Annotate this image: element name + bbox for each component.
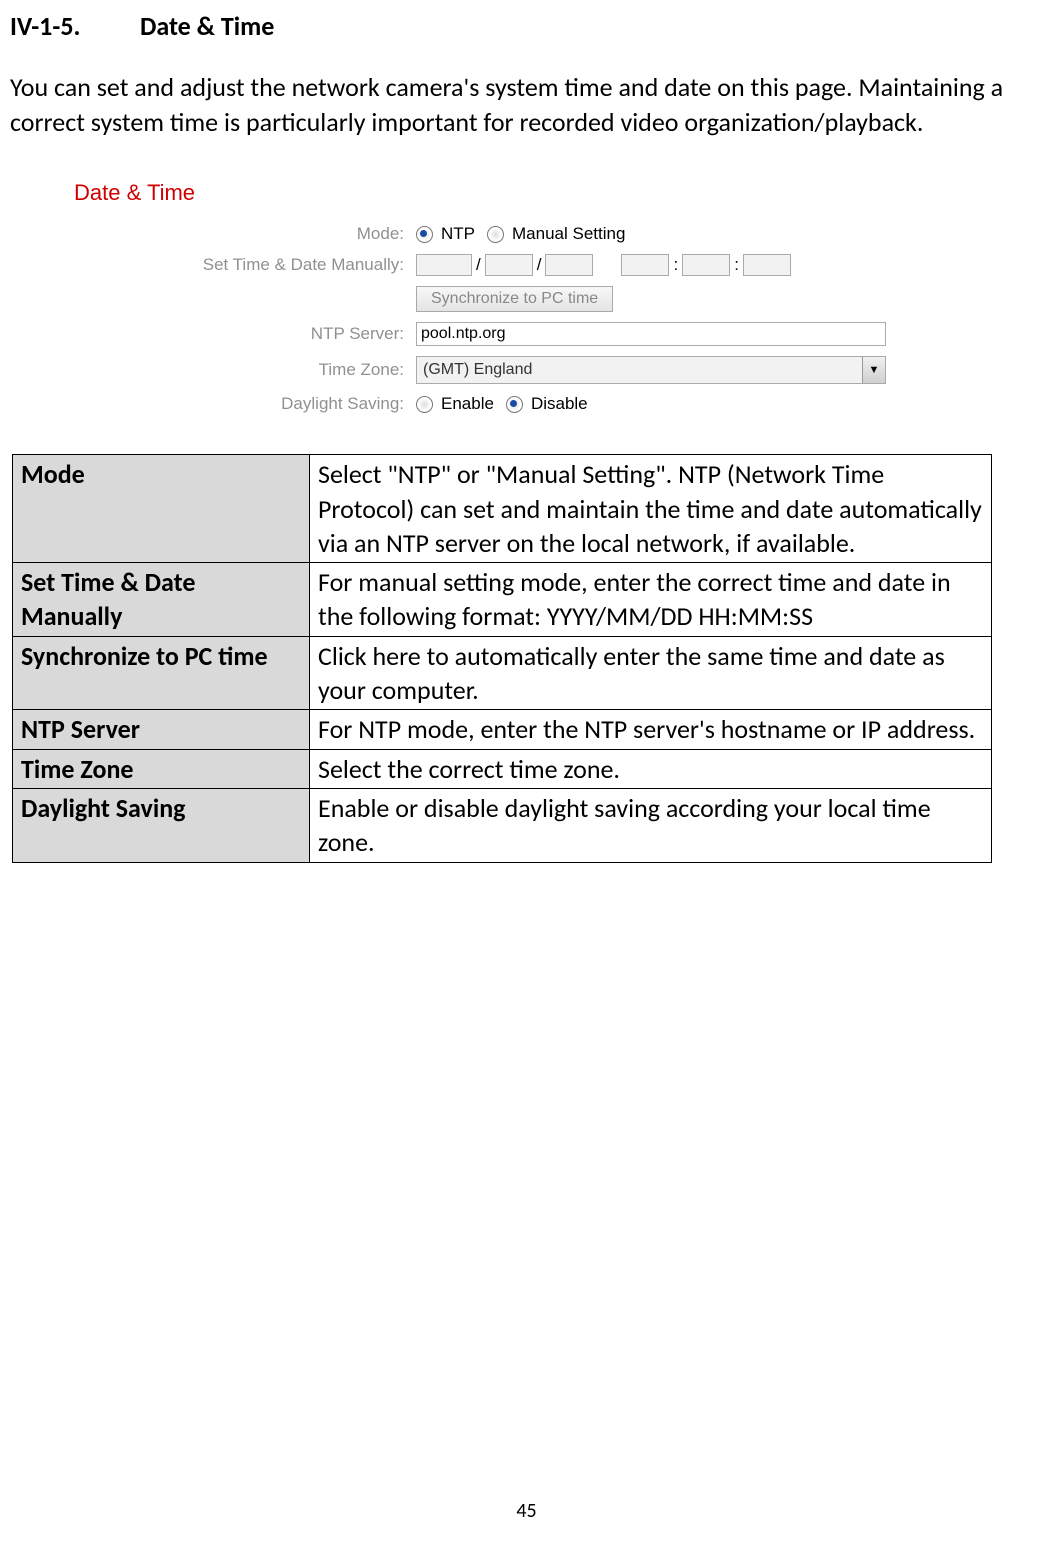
section-title: Date & Time: [140, 10, 274, 42]
mode-manual-radio[interactable]: [487, 226, 504, 243]
dst-enable-radio[interactable]: [416, 396, 433, 413]
term-cell: Daylight Saving: [13, 789, 310, 863]
table-row: Set Time & Date Manually For manual sett…: [13, 563, 992, 637]
form-title: Date & Time: [74, 180, 944, 206]
parameter-table: Mode Select "NTP" or "Manual Setting". N…: [12, 454, 992, 862]
timezone-select[interactable]: (GMT) England ▼: [416, 356, 886, 384]
dst-disable-text: Disable: [531, 394, 588, 414]
table-row: Mode Select "NTP" or "Manual Setting". N…: [13, 455, 992, 563]
date-sep-2: /: [537, 255, 542, 275]
term-cell: Synchronize to PC time: [13, 636, 310, 710]
second-input[interactable]: [743, 254, 791, 276]
chevron-down-icon: ▼: [862, 357, 885, 383]
mode-ntp-text: NTP: [441, 224, 475, 244]
year-input[interactable]: [416, 254, 472, 276]
time-sep-1: :: [673, 255, 678, 275]
dst-label: Daylight Saving:: [74, 394, 416, 414]
minute-input[interactable]: [682, 254, 730, 276]
timezone-value: (GMT) England: [423, 361, 532, 379]
month-input[interactable]: [485, 254, 533, 276]
page-number: 45: [0, 1499, 1053, 1523]
ntp-server-input[interactable]: pool.ntp.org: [416, 322, 886, 346]
desc-cell: For manual setting mode, enter the corre…: [310, 563, 992, 637]
hour-input[interactable]: [621, 254, 669, 276]
date-time-form: Date & Time Mode: NTP Manual Setting Set…: [74, 180, 944, 414]
intro-paragraph: You can set and adjust the network camer…: [10, 70, 1043, 140]
term-cell: Mode: [13, 455, 310, 563]
dst-disable-radio[interactable]: [506, 396, 523, 413]
desc-cell: Select "NTP" or "Manual Setting". NTP (N…: [310, 455, 992, 563]
table-row: NTP Server For NTP mode, enter the NTP s…: [13, 710, 992, 749]
term-cell: NTP Server: [13, 710, 310, 749]
ntp-label: NTP Server:: [74, 324, 416, 344]
table-row: Synchronize to PC time Click here to aut…: [13, 636, 992, 710]
mode-manual-text: Manual Setting: [512, 224, 625, 244]
dst-enable-text: Enable: [441, 394, 494, 414]
date-sep-1: /: [476, 255, 481, 275]
section-heading: IV-1-5.Date & Time: [10, 10, 1043, 42]
term-cell: Time Zone: [13, 749, 310, 788]
day-input[interactable]: [545, 254, 593, 276]
table-row: Daylight Saving Enable or disable daylig…: [13, 789, 992, 863]
desc-cell: Enable or disable daylight saving accord…: [310, 789, 992, 863]
tz-label: Time Zone:: [74, 360, 416, 380]
desc-cell: Click here to automatically enter the sa…: [310, 636, 992, 710]
mode-ntp-radio[interactable]: [416, 226, 433, 243]
sync-pc-button[interactable]: Synchronize to PC time: [416, 286, 613, 312]
manual-label: Set Time & Date Manually:: [74, 255, 416, 275]
table-row: Time Zone Select the correct time zone.: [13, 749, 992, 788]
time-sep-2: :: [734, 255, 739, 275]
ntp-server-value: pool.ntp.org: [421, 325, 506, 343]
desc-cell: For NTP mode, enter the NTP server's hos…: [310, 710, 992, 749]
term-cell: Set Time & Date Manually: [13, 563, 310, 637]
section-number: IV-1-5.: [10, 10, 140, 42]
desc-cell: Select the correct time zone.: [310, 749, 992, 788]
mode-label: Mode:: [74, 224, 416, 244]
